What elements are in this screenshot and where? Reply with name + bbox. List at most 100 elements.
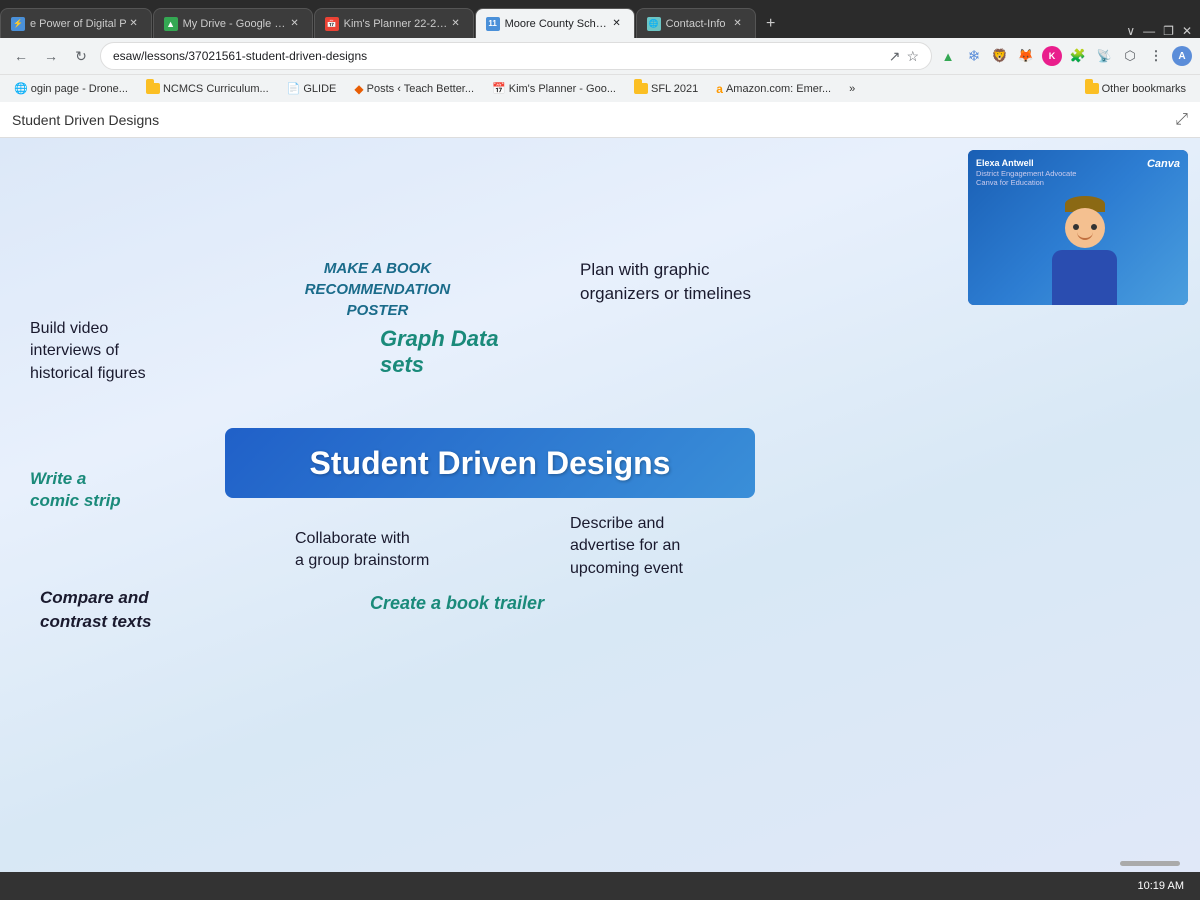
bookmark-star-icon[interactable]: ☆ [906,48,919,65]
address-bar[interactable]: esaw/lessons/37021561-student-driven-des… [100,42,932,70]
tab-moore-close[interactable]: ✕ [610,17,624,31]
presenter-name: Elexa Antwell [976,158,1076,169]
item-make-book: MAKE A BOOK RECOMMENDATION POSTER [285,258,470,321]
page-title: Student Driven Designs [12,112,159,128]
tab-power-close[interactable]: ✕ [127,17,141,31]
tab-planner-close[interactable]: ✕ [449,17,463,31]
bookmark-teach-better[interactable]: ◆ Posts ‹ Teach Better... [348,80,480,98]
bookmark-planner-label: Kim's Planner - Goo... [509,83,616,95]
address-bar-row: ← → ↻ esaw/lessons/37021561-student-driv… [0,38,1200,74]
item-compare: Compare andcontrast texts [40,586,210,634]
bookmark-other-label: Other bookmarks [1102,83,1186,95]
new-tab-button[interactable]: + [757,10,785,38]
window-controls: ∨ — ❐ ✕ [1126,24,1200,38]
toolbar-icons: ▲ ❄ 🦁 🦊 K 🧩 📡 ⬡ ⋮ A [938,46,1192,66]
bookmark-drone-icon: 🌐 [14,82,28,95]
presenter-title2: Canva for Education [976,178,1076,187]
bookmark-kims-planner[interactable]: 📅 Kim's Planner - Goo... [486,80,622,97]
address-text: esaw/lessons/37021561-student-driven-des… [113,49,367,63]
bookmark-glide-label: GLIDE [303,83,336,95]
bookmark-teach-label: Posts ‹ Teach Better... [367,83,474,95]
presenter-title1: District Engagement Advocate [976,169,1076,178]
presenter-figure [1052,196,1117,305]
page-header: Student Driven Designs ⤢ [0,102,1200,138]
menu-icon[interactable]: ⋮ [1146,46,1166,66]
bookmark-drone[interactable]: 🌐 ogin page - Drone... [8,80,134,97]
tab-contact[interactable]: 🌐 Contact-Info ✕ [636,8,756,38]
tab-moore-icon: 11 [486,17,500,31]
bookmark-glide-icon: 📄 [287,82,301,95]
cast-icon[interactable]: 📡 [1094,46,1114,66]
reload-button[interactable]: ↻ [68,43,94,69]
item-collaborate-text: Collaborate witha group brainstorm [295,530,429,569]
canva-brand: Canva [1147,158,1180,170]
tab-moore-label: Moore County School [505,18,610,30]
avatar-icon[interactable]: A [1172,46,1192,66]
presenter-video: Elexa Antwell District Engagement Advoca… [968,150,1188,305]
share-icon[interactable]: ↗ [889,48,901,65]
bookmark-other-icon [1085,83,1099,94]
tab-moore-county[interactable]: 11 Moore County School ✕ [475,8,635,38]
bookmark-amazon-icon: a [716,82,723,96]
scroll-indicator [1120,861,1180,866]
tab-power-icon: ⚡ [11,17,25,31]
bookmark-amazon-label: Amazon.com: Emer... [726,83,831,95]
metaask-icon[interactable]: 🦊 [1016,46,1036,66]
tab-planner[interactable]: 📅 Kim's Planner 22-23 - ✕ [314,8,474,38]
slide-container: MAKE A BOOK RECOMMENDATION POSTER Plan w… [0,138,1200,872]
kaizena-icon[interactable]: K [1042,46,1062,66]
bookmark-amazon[interactable]: a Amazon.com: Emer... [710,80,837,98]
item-write-comic-text: Write acomic strip [30,469,121,510]
item-book-trailer-text: Create a book trailer [370,593,544,613]
bookmark-drone-label: ogin page - Drone... [31,83,128,95]
expand-button[interactable]: ⤢ [1175,111,1188,129]
status-time: 10:19 AM [1138,880,1184,892]
browser-chrome: ⚡ e Power of Digital P ✕ ▲ My Drive - Go… [0,0,1200,102]
google-drive-toolbar-icon[interactable]: ▲ [938,46,958,66]
item-describe-text: Describe andadvertise for anupcoming eve… [570,515,683,577]
tab-contact-label: Contact-Info [666,18,726,30]
item-make-book-text: MAKE A BOOK RECOMMENDATION POSTER [305,260,451,319]
bookmark-ncmcs-label: NCMCS Curriculum... [163,83,269,95]
screenshot-icon[interactable]: ⬡ [1120,46,1140,66]
forward-button[interactable]: → [38,43,64,69]
bookmark-glide[interactable]: 📄 GLIDE [281,80,343,97]
bookmark-other[interactable]: Other bookmarks [1079,81,1192,97]
tab-contact-icon: 🌐 [647,17,661,31]
item-graph-data: Graph Datasets [380,326,545,378]
item-book-trailer: Create a book trailer [370,593,585,614]
puzzle-icon[interactable]: 🧩 [1068,46,1088,66]
presenter-overlay: Elexa Antwell District Engagement Advoca… [968,150,1188,305]
brave-icon[interactable]: 🦁 [990,46,1010,66]
item-build-video: Build videointerviews ofhistorical figur… [30,318,205,385]
bookmark-ncmcs[interactable]: NCMCS Curriculum... [140,81,275,97]
item-build-video-text: Build videointerviews ofhistorical figur… [30,320,146,382]
tab-drive[interactable]: ▲ My Drive - Google Dri ✕ [153,8,313,38]
bookmark-sfl-label: SFL 2021 [651,83,698,95]
bookmarks-bar: 🌐 ogin page - Drone... NCMCS Curriculum.… [0,74,1200,102]
bookmark-teach-icon: ◆ [354,82,363,96]
tab-planner-label: Kim's Planner 22-23 - [344,18,449,30]
nav-buttons: ← → ↻ [8,43,94,69]
tab-drive-label: My Drive - Google Dri [183,18,288,30]
item-graph-text: Graph Datasets [380,326,499,377]
bookmark-more[interactable]: » [843,81,861,97]
tab-drive-close[interactable]: ✕ [288,17,302,31]
bookmark-more-label: » [849,83,855,95]
item-describe: Describe andadvertise for anupcoming eve… [570,513,780,580]
tab-power-label: e Power of Digital P [30,18,127,30]
item-write-comic: Write acomic strip [30,468,160,512]
tab-planner-icon: 📅 [325,17,339,31]
tab-drive-icon: ▲ [164,17,178,31]
tab-bar: ⚡ e Power of Digital P ✕ ▲ My Drive - Go… [0,0,1200,38]
snowflake-icon[interactable]: ❄ [964,46,984,66]
item-plan-text: Plan with graphicorganizers or timelines [580,260,751,303]
back-button[interactable]: ← [8,43,34,69]
bookmark-sfl[interactable]: SFL 2021 [628,81,704,97]
tab-contact-close[interactable]: ✕ [731,17,745,31]
central-banner: Student Driven Designs [225,428,755,498]
central-banner-text: Student Driven Designs [310,445,671,482]
item-collaborate: Collaborate witha group brainstorm [295,528,495,573]
tab-power-digital[interactable]: ⚡ e Power of Digital P ✕ [0,8,152,38]
status-bar: 10:19 AM [0,872,1200,900]
